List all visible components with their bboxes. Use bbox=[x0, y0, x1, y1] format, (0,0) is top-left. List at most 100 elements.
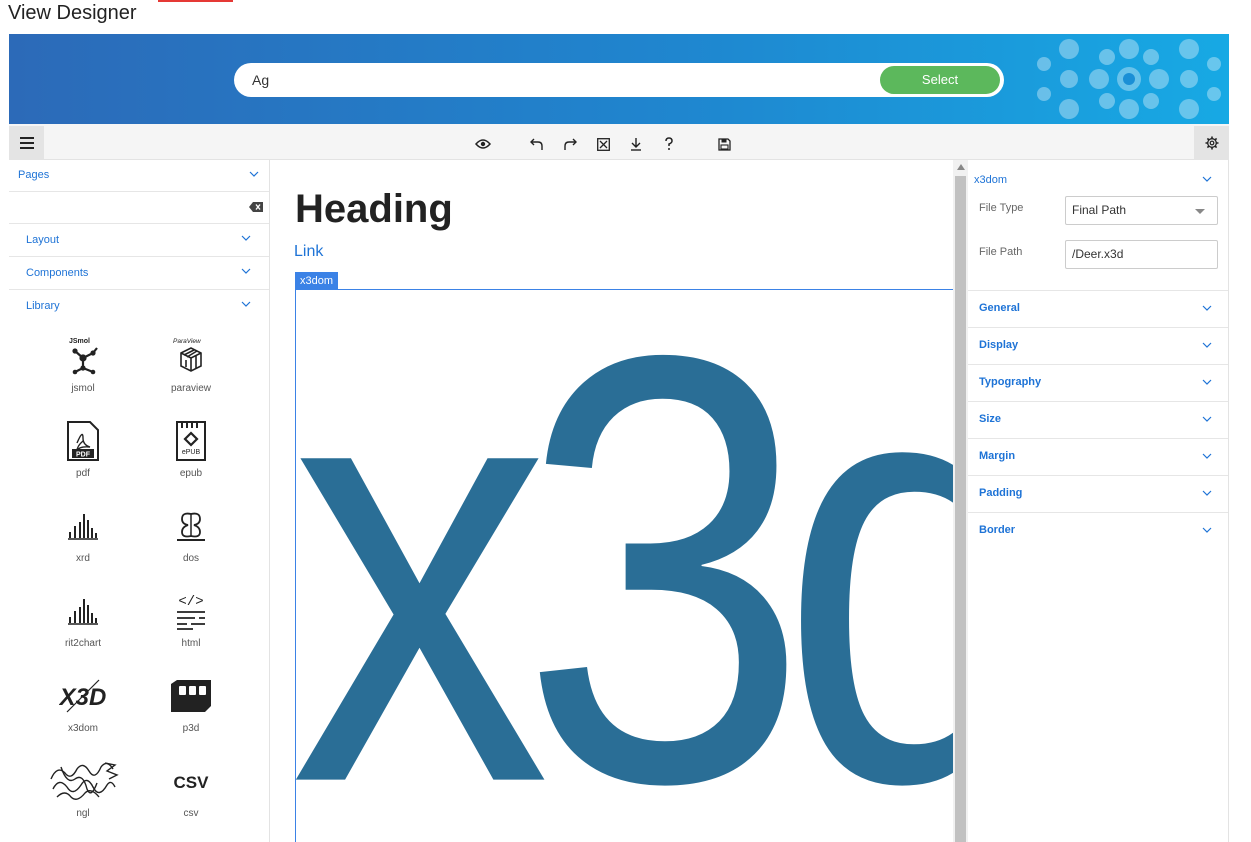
help-icon bbox=[665, 137, 673, 150]
components-accordion[interactable]: Components bbox=[9, 257, 269, 290]
eye-icon bbox=[475, 139, 491, 149]
download-icon bbox=[631, 138, 641, 151]
section-size[interactable]: Size bbox=[968, 401, 1228, 438]
dos-icon bbox=[177, 512, 205, 541]
library-item-epub[interactable]: ePUB epub bbox=[141, 420, 241, 479]
file-path-input[interactable]: /Deer.x3d bbox=[1065, 240, 1218, 269]
file-type-row: File Type Final Path bbox=[968, 192, 1228, 236]
section-padding[interactable]: Padding bbox=[968, 475, 1228, 512]
redo-button[interactable] bbox=[560, 134, 580, 154]
component-title: x3dom bbox=[974, 174, 1008, 186]
chevron-down-icon bbox=[241, 268, 251, 274]
jsmol-icon: JSmol bbox=[69, 338, 98, 375]
clear-icon[interactable] bbox=[249, 202, 263, 212]
p3d-icon bbox=[171, 680, 211, 712]
layout-label: Layout bbox=[26, 234, 60, 246]
html-logo-text: </> bbox=[178, 594, 203, 610]
section-border[interactable]: Border bbox=[968, 512, 1228, 549]
undo-icon bbox=[530, 138, 543, 150]
library-accordion[interactable]: Library bbox=[9, 290, 269, 323]
chevron-down-icon bbox=[1202, 490, 1212, 496]
chevron-down-icon bbox=[1202, 342, 1212, 348]
library-item-label: dos bbox=[182, 553, 200, 564]
properties-panel: x3dom File Type Final Path File Path /De… bbox=[968, 160, 1229, 842]
chevron-down-icon bbox=[1202, 527, 1212, 533]
paraview-logo-text: ParaView bbox=[173, 338, 202, 345]
file-type-select[interactable]: Final Path bbox=[1065, 196, 1218, 225]
pages-accordion[interactable]: Pages bbox=[9, 160, 269, 192]
library-item-paraview[interactable]: ParaView paraview bbox=[141, 335, 241, 394]
library-item-label: html bbox=[181, 638, 201, 649]
x3dom-component[interactable]: x3do bbox=[295, 289, 953, 842]
canvas-scrollbar[interactable] bbox=[953, 160, 968, 842]
library-item-jsmol[interactable]: JSmol jsmol bbox=[33, 335, 133, 394]
file-path-value: /Deer.x3d bbox=[1072, 247, 1124, 261]
library-item-csv[interactable]: CSV csv bbox=[141, 760, 241, 819]
xrd-chart-icon bbox=[68, 514, 98, 540]
library-item-p3d[interactable]: p3d bbox=[141, 675, 241, 734]
undo-button[interactable] bbox=[527, 134, 547, 154]
section-label: General bbox=[979, 302, 1020, 314]
library-item-label: x3dom bbox=[67, 723, 98, 734]
component-properties-header[interactable]: x3dom bbox=[968, 160, 1228, 192]
select-button[interactable]: Select bbox=[880, 66, 1000, 94]
library-item-label: xrd bbox=[76, 553, 90, 564]
library-item-label: epub bbox=[179, 468, 203, 479]
canvas-link[interactable]: Link bbox=[294, 243, 323, 261]
file-path-label: File Path bbox=[979, 246, 1023, 258]
fullscreen-button[interactable] bbox=[593, 134, 613, 154]
library-item-pdf[interactable]: PDF pdf bbox=[33, 420, 133, 479]
layout-accordion[interactable]: Layout bbox=[9, 224, 269, 257]
design-canvas[interactable]: Heading Link x3dom x3do bbox=[270, 160, 953, 842]
library-item-label: ngl bbox=[76, 808, 90, 819]
pdf-icon: PDF bbox=[67, 421, 99, 461]
menu-button[interactable] bbox=[9, 126, 44, 160]
library-item-dos[interactable]: dos bbox=[141, 505, 241, 564]
chevron-down-icon bbox=[241, 301, 251, 307]
jsmol-logo-text: JSmol bbox=[69, 338, 90, 345]
canvas-heading[interactable]: Heading bbox=[295, 187, 453, 232]
preview-button[interactable] bbox=[473, 134, 493, 154]
chevron-down-icon bbox=[241, 235, 251, 241]
banner-pattern-icon bbox=[1037, 39, 1221, 119]
library-item-label: p3d bbox=[182, 723, 200, 734]
library-item-label: pdf bbox=[76, 468, 90, 479]
gear-icon bbox=[1205, 136, 1218, 150]
scrollbar-thumb[interactable] bbox=[955, 176, 966, 842]
x3d-preview-image: x3do bbox=[295, 289, 953, 842]
chevron-down-icon bbox=[1202, 453, 1212, 459]
pages-label: Pages bbox=[18, 169, 50, 181]
ngl-protein-icon bbox=[50, 762, 119, 800]
library-item-html[interactable]: </> html bbox=[141, 590, 241, 649]
x3d-logo-text: X3D bbox=[59, 684, 106, 711]
library-item-ngl[interactable]: ngl bbox=[33, 760, 133, 819]
chevron-down-icon bbox=[1202, 305, 1212, 311]
help-button[interactable] bbox=[659, 134, 679, 154]
component-tag[interactable]: x3dom bbox=[295, 272, 339, 290]
scroll-up-icon[interactable] bbox=[957, 164, 965, 170]
section-margin[interactable]: Margin bbox=[968, 438, 1228, 475]
library-item-label: rit2chart bbox=[64, 638, 102, 649]
section-general[interactable]: General bbox=[968, 290, 1228, 327]
settings-button[interactable] bbox=[1194, 126, 1229, 160]
search-banner: Select bbox=[9, 34, 1229, 124]
file-type-value: Final Path bbox=[1072, 203, 1127, 217]
library-item-x3dom[interactable]: X3D x3dom bbox=[33, 675, 133, 734]
save-icon bbox=[717, 137, 731, 151]
library-item-xrd[interactable]: xrd bbox=[33, 505, 133, 564]
app-title: View Designer bbox=[8, 2, 137, 24]
search-input[interactable] bbox=[252, 70, 852, 90]
chevron-down-icon bbox=[1202, 416, 1212, 422]
section-display[interactable]: Display bbox=[968, 327, 1228, 364]
download-button[interactable] bbox=[626, 134, 646, 154]
library-item-label: paraview bbox=[170, 383, 212, 394]
page-filter-row[interactable] bbox=[9, 192, 269, 224]
section-label: Typography bbox=[979, 376, 1042, 388]
library-item-rit2chart[interactable]: rit2chart bbox=[33, 590, 133, 649]
chevron-down-icon bbox=[249, 171, 259, 177]
save-button[interactable] bbox=[714, 134, 734, 154]
section-typography[interactable]: Typography bbox=[968, 364, 1228, 401]
paraview-icon: ParaView bbox=[173, 338, 202, 372]
components-sidebar: Pages Layout Components Library JSmol js… bbox=[9, 160, 270, 842]
menu-icon bbox=[19, 137, 34, 149]
